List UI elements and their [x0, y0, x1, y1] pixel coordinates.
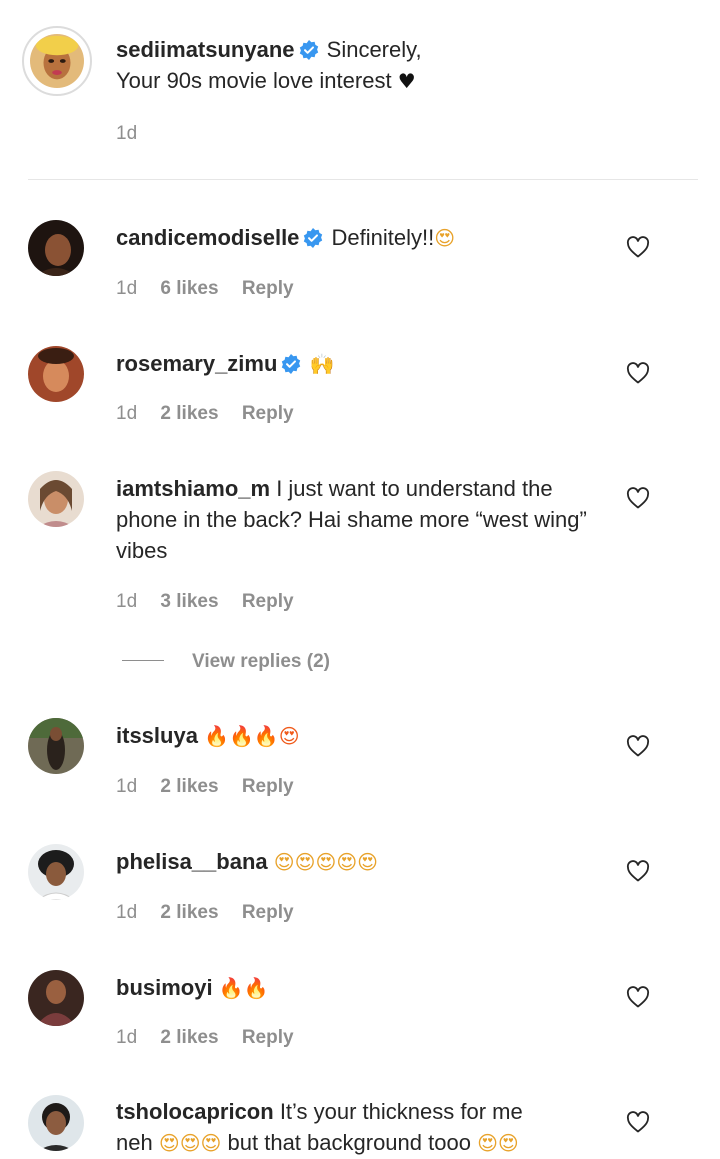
- caption-author-avatar[interactable]: [22, 26, 92, 96]
- caption-meta: 1d: [116, 123, 155, 145]
- comment-meta: 1d 6 likes Reply: [116, 278, 312, 300]
- reply-button[interactable]: Reply: [242, 278, 294, 299]
- commenter-avatar[interactable]: [28, 718, 84, 774]
- avatar-image: [30, 34, 84, 88]
- likes-count-link[interactable]: 2 likes: [160, 1027, 218, 1048]
- caption-line1: Sincerely,: [326, 37, 422, 62]
- heart-eyes-emoji: 😍😍😍😍😍: [273, 850, 379, 874]
- reply-button[interactable]: Reply: [242, 403, 294, 424]
- likes-count-link[interactable]: 2 likes: [160, 403, 218, 424]
- comment-timestamp: 1d: [116, 278, 138, 299]
- likes-count-link[interactable]: 3 likes: [160, 591, 218, 612]
- heart-outline-icon[interactable]: [626, 236, 650, 258]
- commenter-avatar[interactable]: [28, 844, 84, 900]
- commenter-avatar[interactable]: [28, 220, 84, 276]
- likes-count-link[interactable]: 2 likes: [160, 902, 218, 923]
- avatar-image: [28, 970, 84, 1026]
- view-replies-button[interactable]: View replies (2): [122, 651, 330, 673]
- raising-hands-emoji: 🙌: [309, 352, 335, 376]
- reply-button[interactable]: Reply: [242, 902, 294, 923]
- comment-timestamp: 1d: [116, 1027, 138, 1048]
- comment-body-line1: It’s your thickness for me: [279, 1099, 523, 1124]
- comment-username[interactable]: busimoyi: [116, 975, 213, 1000]
- avatar-image: [28, 1095, 84, 1151]
- verified-badge-icon: [304, 228, 323, 248]
- verified-badge-icon: [282, 354, 301, 374]
- replies-divider-line: [122, 660, 164, 661]
- comment-text: candicemodiselle Definitely!!😍: [116, 222, 611, 254]
- comment-timestamp: 1d: [116, 591, 138, 612]
- heart-outline-icon[interactable]: [626, 986, 650, 1008]
- comment-username[interactable]: phelisa__bana: [116, 849, 268, 874]
- comment-username[interactable]: iamtshiamo_m: [116, 476, 270, 501]
- caption-divider: [28, 179, 698, 180]
- comment-meta: 1d 2 likes Reply: [116, 403, 312, 425]
- comment-body: Definitely!!: [331, 225, 435, 250]
- caption-timestamp: 1d: [116, 123, 138, 144]
- avatar-image: [28, 220, 84, 276]
- avatar-image: [28, 471, 84, 527]
- caption-text: sediimatsunyane Sincerely, Your 90s movi…: [116, 34, 611, 97]
- likes-count-link[interactable]: 2 likes: [160, 776, 218, 797]
- comment-timestamp: 1d: [116, 902, 138, 923]
- caption-username[interactable]: sediimatsunyane: [116, 37, 295, 62]
- comment-timestamp: 1d: [116, 403, 138, 424]
- reply-button[interactable]: Reply: [242, 776, 294, 797]
- heart-outline-icon[interactable]: [626, 1111, 650, 1133]
- heart-outline-icon[interactable]: [626, 362, 650, 384]
- comment-username[interactable]: itssluya: [116, 723, 198, 748]
- reply-button[interactable]: Reply: [242, 1027, 294, 1048]
- commenter-avatar[interactable]: [28, 346, 84, 402]
- comment-username[interactable]: rosemary_zimu: [116, 351, 277, 376]
- comment-username[interactable]: tsholocapricon: [116, 1099, 274, 1124]
- likes-count-link[interactable]: 6 likes: [160, 278, 218, 299]
- comment-text: itssluya 🔥🔥🔥😍: [116, 720, 611, 752]
- heart-eyes-emoji: 😍😍: [477, 1131, 519, 1155]
- reply-button[interactable]: Reply: [242, 591, 294, 612]
- comment-meta: 1d 2 likes Reply: [116, 902, 312, 924]
- avatar-image: [28, 346, 84, 402]
- verified-badge-icon: [299, 40, 318, 60]
- fire-emoji: 🔥🔥🔥😍: [204, 724, 300, 748]
- commenter-avatar[interactable]: [28, 471, 84, 527]
- black-heart-emoji: ♥: [397, 69, 416, 93]
- comment-text: busimoyi 🔥🔥: [116, 972, 611, 1004]
- comment-text: iamtshiamo_m I just want to understand t…: [116, 473, 611, 566]
- comment-meta: 1d 3 likes Reply: [116, 591, 312, 613]
- heart-outline-icon[interactable]: [626, 860, 650, 882]
- comment-meta: 1d 2 likes Reply: [116, 776, 312, 798]
- commenter-avatar[interactable]: [28, 1095, 84, 1151]
- fire-emoji: 🔥🔥: [218, 976, 269, 1000]
- heart-eyes-emoji: 😍: [434, 226, 456, 250]
- caption-line2: Your 90s movie love interest: [116, 68, 392, 93]
- comment-timestamp: 1d: [116, 776, 138, 797]
- heart-outline-icon[interactable]: [626, 735, 650, 757]
- heart-outline-icon[interactable]: [626, 487, 650, 509]
- avatar-image: [28, 844, 84, 900]
- view-replies-label: View replies (2): [192, 651, 330, 672]
- post-caption: sediimatsunyane Sincerely, Your 90s movi…: [0, 0, 720, 180]
- comment-text: tsholocapricon It’s your thickness for m…: [116, 1096, 611, 1159]
- comment-text: rosemary_zimu 🙌: [116, 348, 611, 380]
- heart-eyes-emoji: 😍😍😍: [158, 1131, 222, 1155]
- comment-username[interactable]: candicemodiselle: [116, 225, 299, 250]
- comment-text: phelisa__bana 😍😍😍😍😍: [116, 846, 611, 878]
- comment-body-line2b: but that background tooo: [227, 1130, 471, 1155]
- comment-body-line2a: neh: [116, 1130, 153, 1155]
- avatar-image: [28, 718, 84, 774]
- commenter-avatar[interactable]: [28, 970, 84, 1026]
- comment-meta: 1d 2 likes Reply: [116, 1027, 312, 1049]
